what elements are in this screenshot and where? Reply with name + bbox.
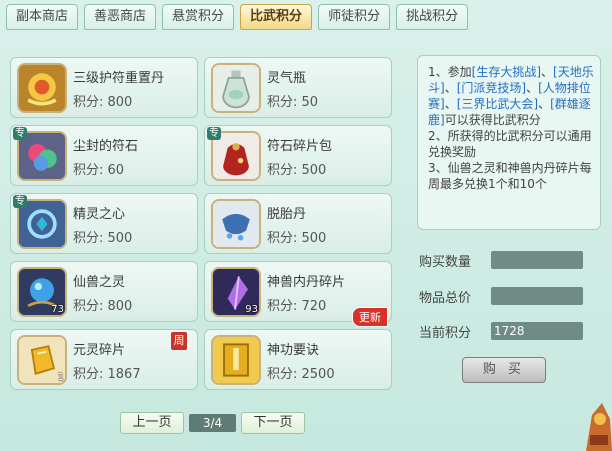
desc-text: 1、参加: [428, 65, 472, 79]
current-points-label: 当前积分: [419, 326, 472, 341]
update-badge: 更新: [352, 307, 388, 327]
item-name: 灵气瓶: [267, 71, 307, 86]
buy-button[interactable]: 购 买: [462, 357, 546, 383]
weekly-badge: 周: [171, 332, 187, 350]
tab-challenge-points[interactable]: 挑战积分: [396, 4, 469, 30]
desc-text: 、: [444, 81, 457, 95]
beast-spirit-orb-icon: 73: [17, 267, 67, 317]
tab-karma-shop[interactable]: 善恶商店: [84, 4, 157, 30]
item-name: 神兽内丹碎片: [267, 275, 346, 290]
spirit-bottle-icon: [211, 63, 261, 113]
tab-mentor-points[interactable]: 师徒积分: [318, 4, 391, 30]
item-score: 积分: 500: [73, 231, 133, 246]
page-indicator: 3/4: [189, 414, 236, 432]
shop-item[interactable]: 1 元灵碎片 积分: 1867 周: [10, 329, 198, 390]
total-price-label: 物品总价: [419, 291, 472, 306]
yuanling-shard-icon: 1: [17, 335, 67, 385]
prev-page-button[interactable]: 上一页: [120, 412, 184, 434]
tab-bounty-points[interactable]: 悬赏积分: [162, 4, 235, 30]
total-price-value: [491, 287, 583, 305]
item-count: 1: [57, 372, 64, 383]
next-page-button[interactable]: 下一页: [241, 412, 305, 434]
item-name: 仙兽之灵: [73, 275, 126, 290]
tab-arena-points[interactable]: 比武积分: [240, 4, 313, 30]
rules-description: 1、参加[生存大挑战]、[天地乐斗]、[门派竞技场]、[人物排位赛]、[三界比武…: [417, 55, 601, 230]
item-count: 93: [245, 304, 258, 315]
item-name: 符石碎片包: [267, 139, 333, 154]
quantity-label: 购买数量: [419, 255, 472, 270]
current-points-value: 1728: [491, 322, 583, 340]
shop-tabs: 副本商店 善恶商店 悬赏积分 比武积分 师徒积分 挑战积分: [6, 4, 469, 30]
item-grid: 三级护符重置丹 积分: 800 灵气瓶 积分: 50 专 尘封的符石 积分: 6…: [6, 43, 411, 390]
desc-text: 2、所获得的比武积分可以通用兑换奖励: [428, 129, 592, 159]
desc-text: 可以获得比武积分: [444, 113, 541, 127]
exclusive-tag: 专: [207, 127, 221, 140]
item-score: 积分: 2500: [267, 367, 335, 382]
item-count: 73: [51, 304, 64, 315]
gold-amulet-icon: [17, 63, 67, 113]
shop-item[interactable]: 73 仙兽之灵 积分: 800: [10, 261, 198, 322]
shop-item[interactable]: 脱胎丹 积分: 500: [204, 193, 392, 254]
shop-item[interactable]: 专 尘封的符石 积分: 60: [10, 125, 198, 186]
item-score: 积分: 50: [267, 95, 319, 110]
desc-text: 、: [526, 81, 539, 95]
beast-core-shard-icon: 93: [211, 267, 261, 317]
shop-item[interactable]: 灵气瓶 积分: 50: [204, 57, 392, 118]
item-score: 积分: 60: [73, 163, 125, 178]
item-score: 积分: 500: [267, 163, 327, 178]
activity-link[interactable]: [生存大挑战]: [472, 65, 541, 79]
exclusive-tag: 专: [13, 127, 27, 140]
item-name: 尘封的符石: [73, 139, 139, 154]
activity-link[interactable]: [门派竞技场]: [457, 81, 526, 95]
item-name: 三级护符重置丹: [73, 71, 165, 86]
item-score: 积分: 720: [267, 299, 327, 314]
item-name: 元灵碎片: [73, 343, 126, 358]
shop-window: 副本商店 善恶商店 悬赏积分 比武积分 师徒积分 挑战积分 三级护符重置丹 积分…: [0, 0, 612, 451]
skill-scroll-icon: [211, 335, 261, 385]
desc-text: 、: [541, 65, 554, 79]
shop-item[interactable]: 专 符石碎片包 积分: 500: [204, 125, 392, 186]
rebirth-pill-icon: [211, 199, 261, 249]
desc-text: 3、仙兽之灵和神兽内丹碎片每周最多兑换1个和10个: [428, 161, 592, 191]
item-name: 精灵之心: [73, 207, 126, 222]
item-name: 神功要诀: [267, 343, 320, 358]
item-name: 脱胎丹: [267, 207, 307, 222]
desc-text: 、: [444, 97, 457, 111]
item-score: 积分: 1867: [73, 367, 141, 382]
item-score: 积分: 800: [73, 95, 133, 110]
exclusive-tag: 专: [13, 195, 27, 208]
shop-item[interactable]: 93 神兽内丹碎片 积分: 720 更新: [204, 261, 392, 327]
shop-item[interactable]: 神功要诀 积分: 2500: [204, 329, 392, 390]
desc-text: 、: [538, 97, 551, 111]
item-score: 积分: 800: [73, 299, 133, 314]
shop-item[interactable]: 专 精灵之心 积分: 500: [10, 193, 198, 254]
shop-item[interactable]: 三级护符重置丹 积分: 800: [10, 57, 198, 118]
activity-link[interactable]: [三界比武大会]: [457, 97, 538, 111]
quantity-input[interactable]: [491, 251, 583, 269]
corner-ornament-icon: [580, 395, 612, 451]
tab-dungeon-shop[interactable]: 副本商店: [6, 4, 79, 30]
item-score: 积分: 500: [267, 231, 327, 246]
